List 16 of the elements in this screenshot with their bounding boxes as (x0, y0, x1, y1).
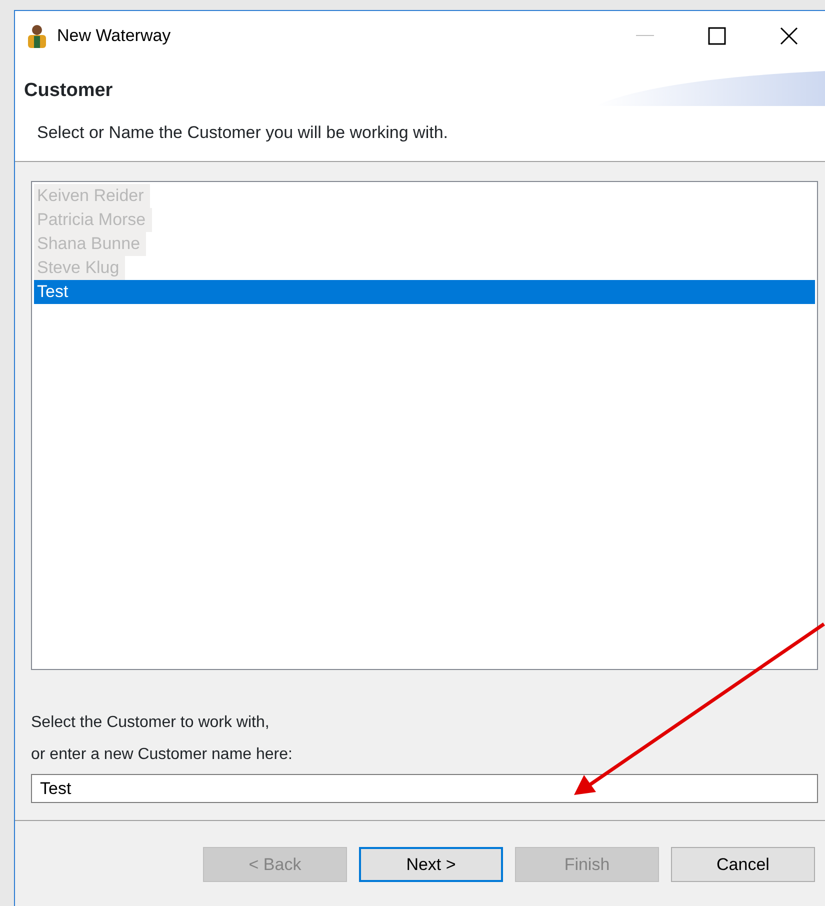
close-icon[interactable] (780, 27, 798, 45)
page-title: Customer (24, 79, 113, 103)
customer-list-item[interactable]: Steve Klug (34, 256, 126, 280)
app-icon (25, 23, 49, 49)
customer-list-item[interactable]: Patricia Morse (34, 208, 152, 232)
window-title: New Waterway (57, 25, 171, 48)
customer-list-item[interactable]: Test (34, 280, 815, 304)
dialog-button[interactable]: Next > (359, 847, 503, 882)
prompt-label: Select the Customer to work with, (31, 713, 270, 733)
maximize-icon[interactable] (708, 27, 726, 45)
customer-list-item[interactable]: Keiven Reider (34, 184, 150, 208)
prompt-label: or enter a new Customer name here: (31, 745, 292, 765)
page-subtitle: Select or Name the Customer you will be working with. (37, 122, 449, 144)
dialog-button[interactable]: Cancel (671, 847, 815, 882)
customer-list-item[interactable]: Shana Bunne (34, 232, 146, 256)
customer-name-field[interactable]: Test (31, 774, 818, 803)
